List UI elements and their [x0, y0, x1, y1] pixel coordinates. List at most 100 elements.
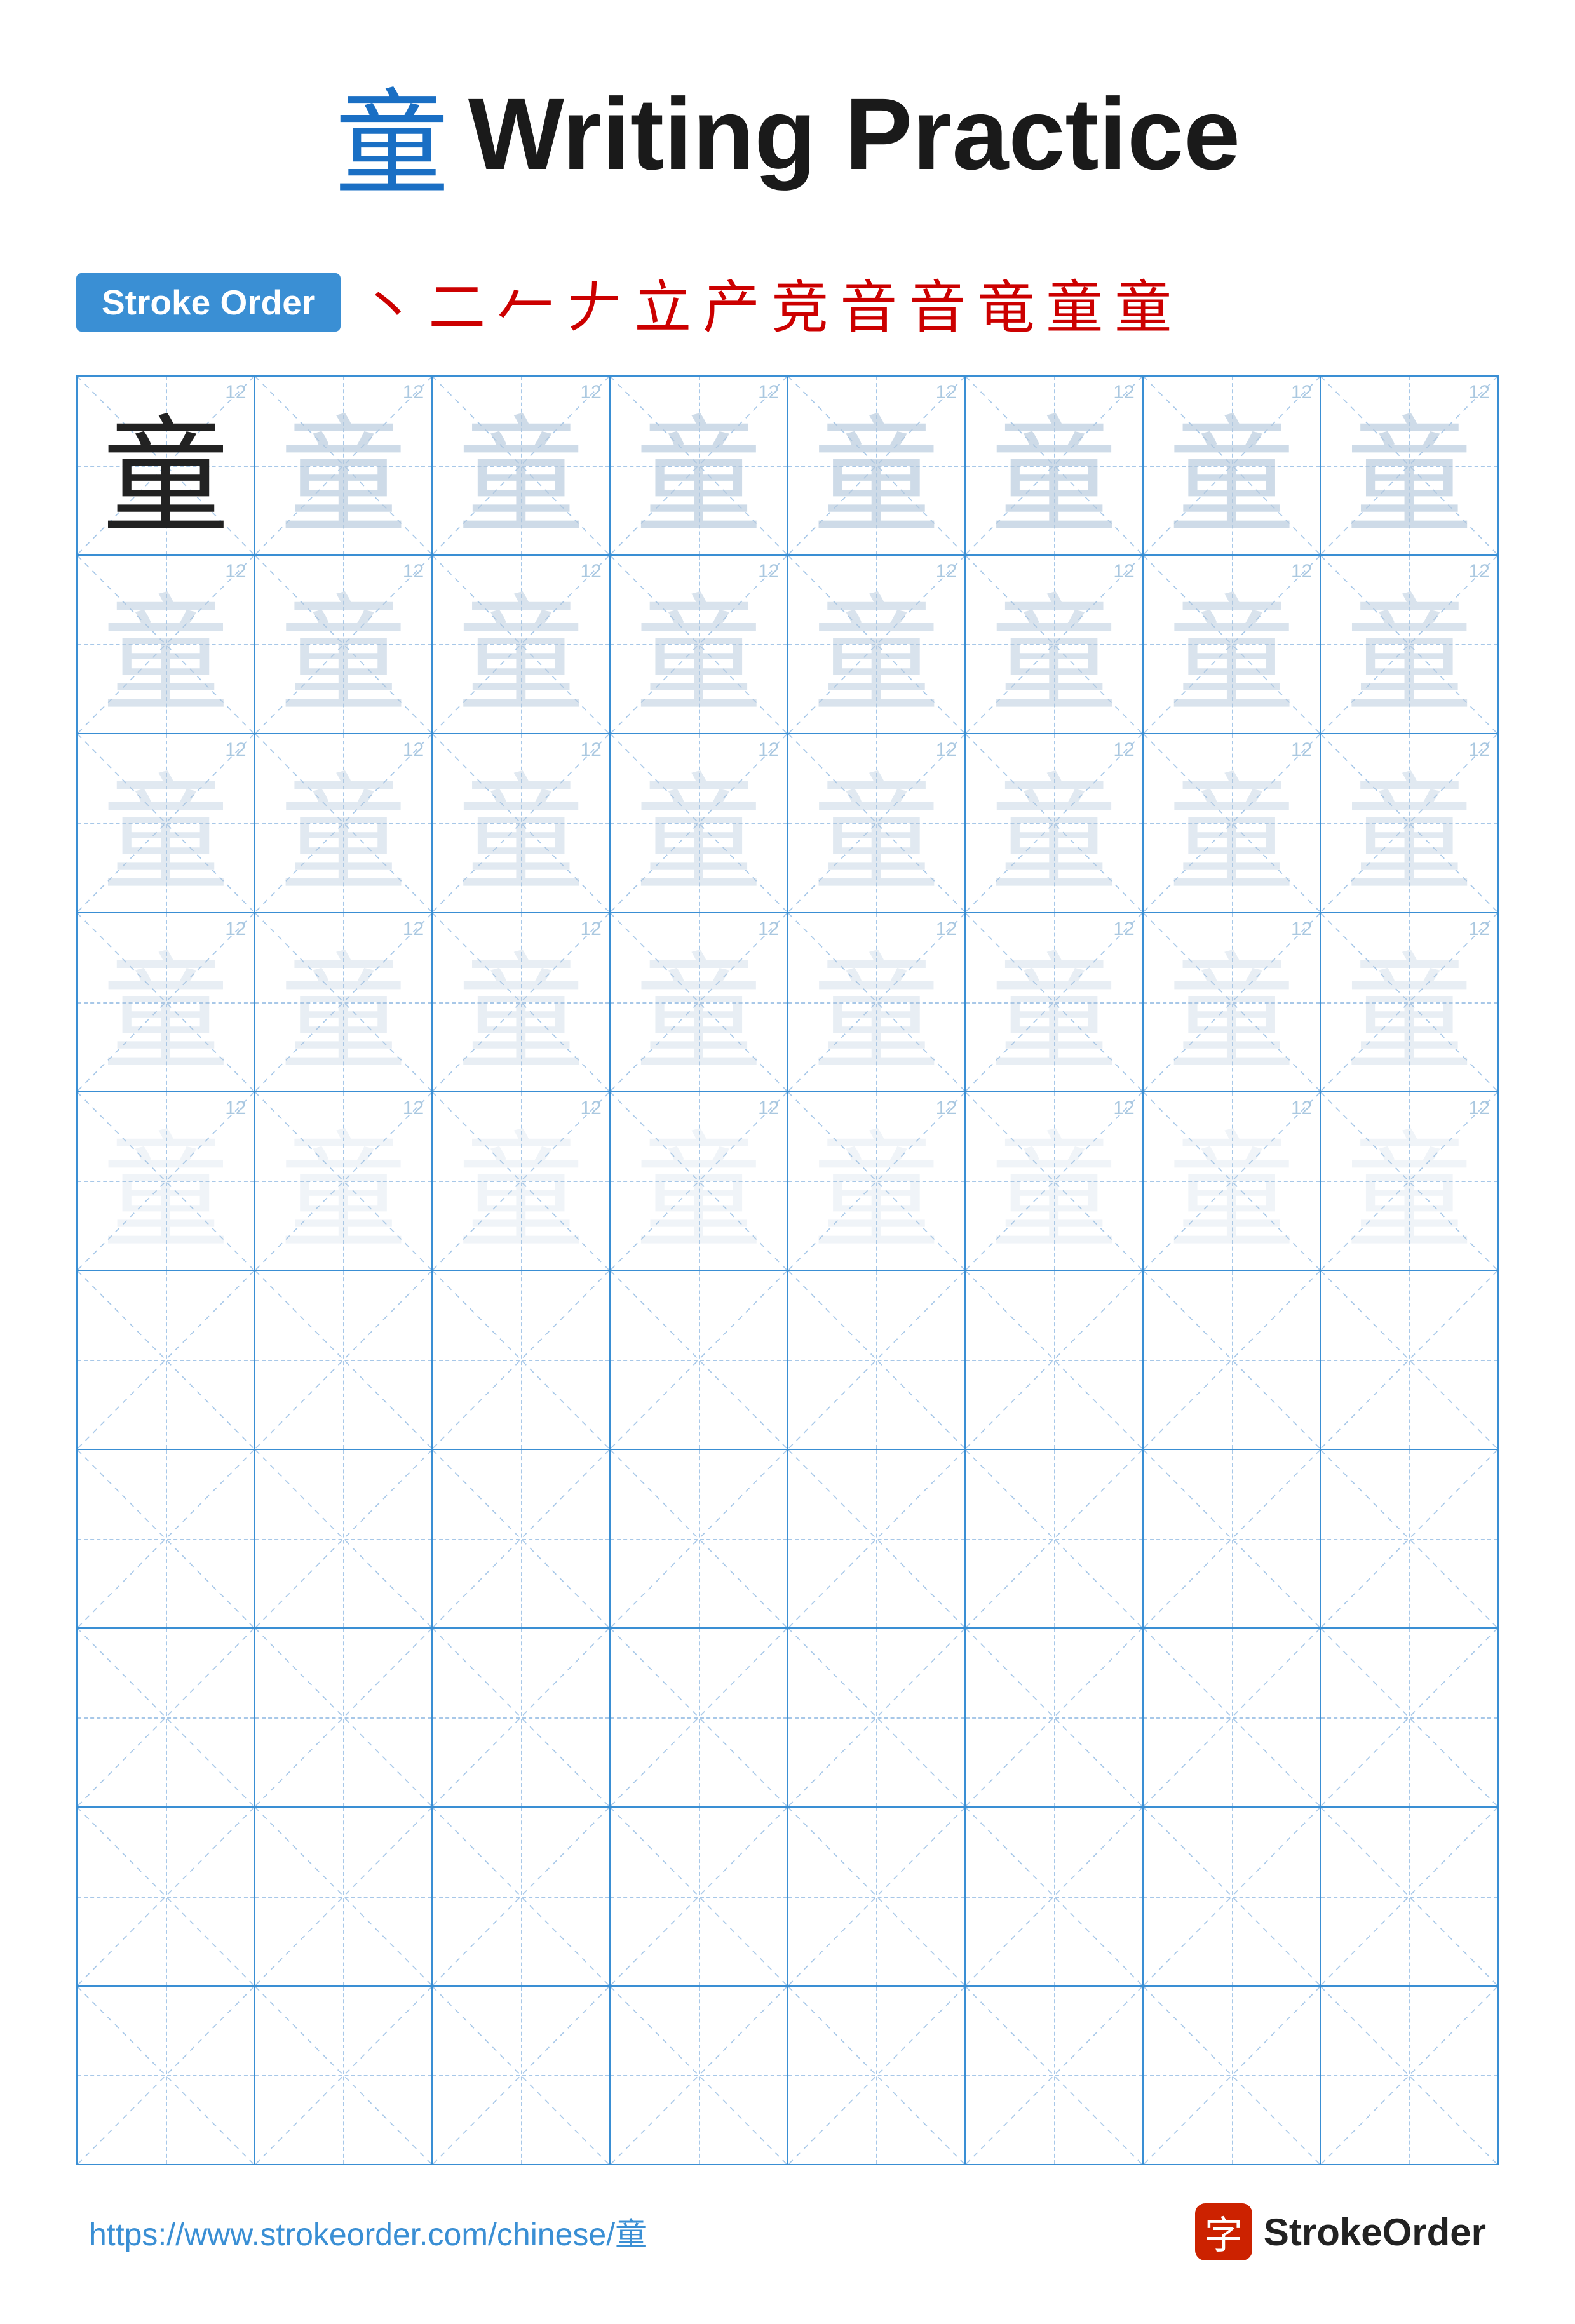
grid-cell[interactable]: 12童: [1144, 556, 1322, 734]
practice-char: 童: [1346, 913, 1473, 1091]
grid-cell[interactable]: 12童: [433, 377, 611, 554]
grid-cell[interactable]: 12童: [611, 377, 788, 554]
grid-cell[interactable]: [78, 1450, 255, 1628]
practice-char: 童: [280, 556, 407, 734]
grid-cell[interactable]: 12童: [1144, 734, 1322, 912]
stroke-count: 12: [581, 561, 602, 582]
grid-cell[interactable]: [788, 1808, 966, 1985]
grid-cell[interactable]: 12童: [255, 377, 433, 554]
grid-cell[interactable]: [255, 1987, 433, 2165]
grid-cell[interactable]: [611, 1808, 788, 1985]
grid-cell[interactable]: [255, 1271, 433, 1449]
grid-cell[interactable]: 12童: [1144, 377, 1322, 554]
grid-cell[interactable]: [966, 1629, 1144, 1806]
grid-cell[interactable]: 12童: [255, 734, 433, 912]
stroke-3: 𠂉: [497, 261, 554, 344]
grid-cell[interactable]: [78, 1808, 255, 1985]
grid-cell[interactable]: 12童: [433, 913, 611, 1091]
grid-cell[interactable]: 12童: [788, 556, 966, 734]
grid-cell[interactable]: 12童: [611, 1092, 788, 1270]
grid-cell[interactable]: 12童: [255, 913, 433, 1091]
grid-cell[interactable]: 12童: [966, 377, 1144, 554]
grid-cell[interactable]: 12童: [78, 377, 255, 554]
grid-row: [78, 1808, 1497, 1987]
grid-cell[interactable]: [788, 1271, 966, 1449]
grid-cell[interactable]: 12童: [1321, 1092, 1497, 1270]
grid-cell[interactable]: 12童: [788, 377, 966, 554]
grid-cell[interactable]: 12童: [78, 913, 255, 1091]
grid-cell[interactable]: [1321, 1808, 1497, 1985]
stroke-count: 12: [758, 1098, 779, 1119]
practice-char: 童: [635, 377, 762, 554]
grid-cell[interactable]: 12童: [788, 734, 966, 912]
grid-cell[interactable]: 12童: [966, 734, 1144, 912]
grid-cell[interactable]: [433, 1987, 611, 2165]
grid-cell[interactable]: 12童: [433, 556, 611, 734]
grid-cell[interactable]: [1144, 1987, 1322, 2165]
grid-cell[interactable]: [966, 1271, 1144, 1449]
grid-cell[interactable]: [611, 1987, 788, 2165]
grid-cell[interactable]: 12童: [1144, 1092, 1322, 1270]
footer-url[interactable]: https://www.strokeorder.com/chinese/童: [89, 2209, 647, 2255]
grid-cell[interactable]: [1144, 1271, 1322, 1449]
stroke-9: 音: [909, 261, 966, 344]
grid-cell[interactable]: 12童: [433, 1092, 611, 1270]
practice-char: 童: [635, 913, 762, 1091]
grid-cell[interactable]: [966, 1987, 1144, 2165]
grid-cell[interactable]: [78, 1271, 255, 1449]
grid-cell[interactable]: 12童: [1321, 734, 1497, 912]
grid-cell[interactable]: [1144, 1629, 1322, 1806]
grid-cell[interactable]: 12童: [966, 1092, 1144, 1270]
grid-cell[interactable]: [1321, 1271, 1497, 1449]
grid-cell[interactable]: [433, 1629, 611, 1806]
grid-cell[interactable]: [788, 1450, 966, 1628]
grid-cell[interactable]: 12童: [788, 913, 966, 1091]
grid-cell[interactable]: [433, 1271, 611, 1449]
grid-cell[interactable]: 12童: [1321, 377, 1497, 554]
grid-cell[interactable]: [788, 1629, 966, 1806]
grid-cell[interactable]: [255, 1629, 433, 1806]
stroke-count: 12: [225, 739, 246, 761]
grid-cell[interactable]: 12童: [1321, 556, 1497, 734]
stroke-count: 12: [1113, 382, 1134, 403]
practice-char: 童: [1168, 1092, 1295, 1270]
grid-cell[interactable]: 12童: [966, 556, 1144, 734]
grid-cell[interactable]: [433, 1808, 611, 1985]
grid-cell[interactable]: [433, 1450, 611, 1628]
grid-cell[interactable]: [966, 1450, 1144, 1628]
grid-row: 12童 12童 12童 12童 12童 12童 12童 12童: [78, 913, 1497, 1092]
grid-cell[interactable]: [1321, 1629, 1497, 1806]
grid-cell[interactable]: 12童: [1321, 913, 1497, 1091]
grid-cell[interactable]: [1321, 1450, 1497, 1628]
grid-cell[interactable]: 12童: [788, 1092, 966, 1270]
practice-char: 童: [990, 377, 1118, 554]
grid-cell[interactable]: [611, 1271, 788, 1449]
grid-cell[interactable]: 12童: [255, 556, 433, 734]
grid-cell[interactable]: 12童: [433, 734, 611, 912]
grid-cell[interactable]: [611, 1450, 788, 1628]
grid-cell[interactable]: 12童: [255, 1092, 433, 1270]
grid-cell[interactable]: 12童: [78, 1092, 255, 1270]
grid-cell[interactable]: 12童: [78, 556, 255, 734]
grid-cell[interactable]: 12童: [966, 913, 1144, 1091]
grid-cell[interactable]: 12童: [1144, 913, 1322, 1091]
grid-cell[interactable]: 12童: [611, 556, 788, 734]
grid-cell[interactable]: [78, 1987, 255, 2165]
grid-cell[interactable]: 12童: [611, 734, 788, 912]
grid-cell[interactable]: 12童: [611, 913, 788, 1091]
grid-cell[interactable]: [611, 1629, 788, 1806]
grid-cell[interactable]: [255, 1808, 433, 1985]
grid-cell[interactable]: [966, 1808, 1144, 1985]
stroke-count: 12: [403, 382, 424, 403]
grid-cell[interactable]: [78, 1629, 255, 1806]
grid-cell[interactable]: [1144, 1450, 1322, 1628]
grid-cell[interactable]: [1321, 1987, 1497, 2165]
practice-char: 童: [457, 913, 585, 1091]
practice-char: 童: [635, 734, 762, 912]
grid-cell[interactable]: [255, 1450, 433, 1628]
grid-cell[interactable]: [1144, 1808, 1322, 1985]
stroke-2: 二: [428, 261, 485, 344]
grid-cell[interactable]: [788, 1987, 966, 2165]
practice-char: 童: [813, 377, 940, 554]
grid-cell[interactable]: 12童: [78, 734, 255, 912]
